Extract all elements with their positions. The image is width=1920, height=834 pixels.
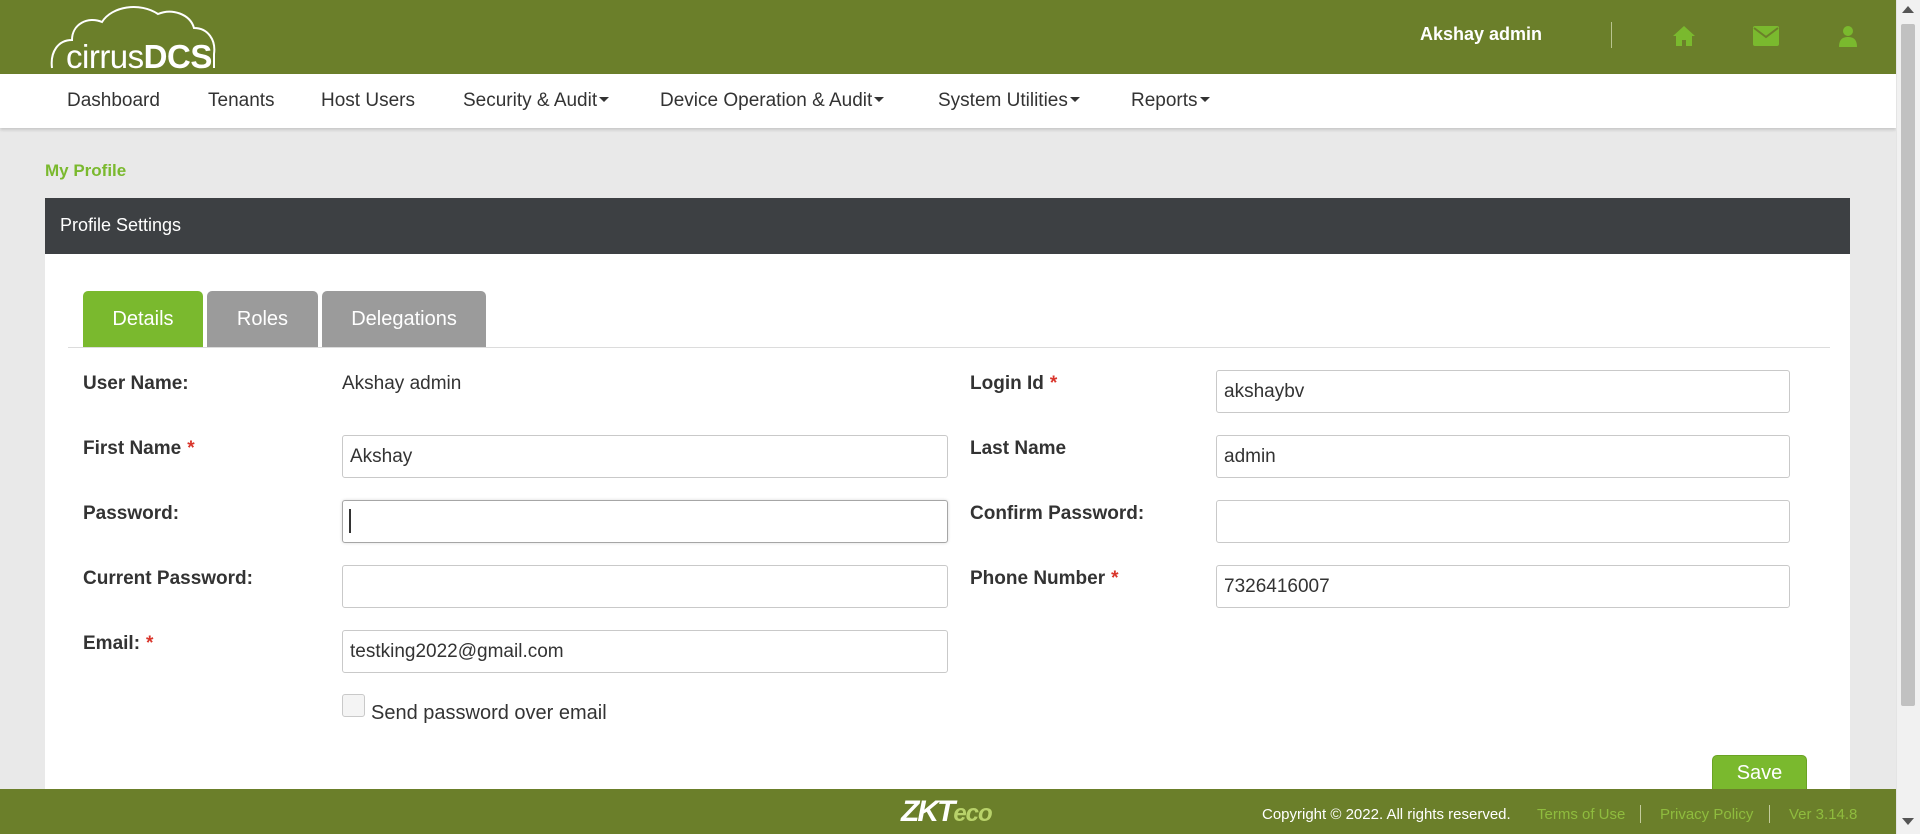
user-name-label: User Name:	[83, 373, 189, 395]
tab-details[interactable]: Details	[83, 291, 203, 348]
confirm-password-input[interactable]	[1216, 500, 1790, 543]
user-name-value: Akshay admin	[342, 373, 462, 394]
phone-number-label: Phone Number *	[970, 568, 1119, 590]
phone-number-input[interactable]	[1216, 565, 1790, 608]
scroll-up-arrow-icon[interactable]	[1902, 6, 1914, 13]
cirrus-dcs-logo[interactable]: cirrusDCS	[48, 4, 218, 75]
text-cursor	[349, 509, 351, 533]
caret-down-icon	[1069, 96, 1080, 102]
zkteco-logo: ZKTeco	[901, 795, 993, 829]
required-marker: *	[1049, 373, 1058, 394]
logo-text-light: cirrus	[66, 38, 144, 75]
required-marker: *	[1111, 568, 1119, 589]
scrollbar-thumb[interactable]	[1901, 24, 1915, 706]
confirm-password-label: Confirm Password:	[970, 503, 1144, 525]
label-text: User Name:	[83, 373, 189, 394]
nav-label: Reports	[1131, 90, 1198, 111]
login-id-label: Login Id *	[970, 373, 1057, 395]
caret-down-icon	[874, 96, 885, 102]
nav-item-reports[interactable]: Reports	[1131, 90, 1210, 112]
nav-item-tenants[interactable]: Tenants	[208, 90, 275, 112]
mail-icon[interactable]	[1751, 22, 1781, 50]
label-text: Phone Number	[970, 568, 1106, 589]
label-text: First Name	[83, 438, 182, 459]
nav-label: Security & Audit	[463, 90, 598, 111]
label-text: Last Name	[970, 438, 1067, 459]
version-label: Ver 3.14.8	[1789, 806, 1858, 823]
label-text: Confirm Password:	[970, 503, 1145, 524]
nav-item-dashboard[interactable]: Dashboard	[67, 90, 160, 112]
password-input[interactable]	[342, 500, 948, 543]
tab-delegations[interactable]: Delegations	[322, 291, 486, 348]
logo-eco: eco	[953, 800, 992, 827]
copyright-text: Copyright © 2022. All rights reserved.	[1262, 806, 1511, 823]
footer-divider	[1769, 805, 1770, 823]
footer: ZKTeco Copyright © 2022. All rights rese…	[0, 789, 1896, 834]
nav-item-system-utilities[interactable]: System Utilities	[938, 90, 1080, 112]
first-name-input[interactable]	[342, 435, 948, 478]
required-marker: *	[146, 633, 154, 654]
nav-item-host-users[interactable]: Host Users	[321, 90, 415, 112]
header-divider	[1611, 22, 1612, 48]
logo-text-bold: DCS	[143, 38, 213, 75]
nav-label: System Utilities	[938, 90, 1068, 111]
last-name-input[interactable]	[1216, 435, 1790, 478]
nav-item-device-operation-audit[interactable]: Device Operation & Audit	[660, 90, 885, 112]
footer-divider	[1640, 805, 1641, 823]
save-button[interactable]: Save	[1712, 755, 1807, 792]
tab-label: Delegations	[351, 308, 457, 330]
label-text: Email:	[83, 633, 141, 654]
breadcrumb: My Profile	[45, 161, 127, 180]
email-label: Email: *	[83, 633, 153, 655]
nav-item-security-audit[interactable]: Security & Audit	[463, 90, 610, 112]
home-icon[interactable]	[1669, 22, 1699, 50]
caret-down-icon	[1199, 96, 1210, 102]
send-password-label[interactable]: Send password over email	[371, 702, 607, 725]
nav-label: Device Operation & Audit	[660, 90, 873, 111]
tabs-divider	[68, 347, 1830, 348]
label-text: Login Id	[970, 373, 1044, 394]
terms-of-use-link[interactable]: Terms of Use	[1537, 806, 1625, 823]
current-user-name[interactable]: Akshay admin	[1420, 24, 1542, 45]
current-password-label: Current Password:	[83, 568, 253, 590]
last-name-label: Last Name	[970, 438, 1066, 460]
nav-label: Dashboard	[67, 90, 160, 111]
current-password-input[interactable]	[342, 565, 948, 608]
tab-label: Details	[112, 308, 174, 330]
label-text: Current Password:	[83, 568, 253, 589]
caret-down-icon	[599, 96, 610, 102]
privacy-policy-link[interactable]: Privacy Policy	[1660, 806, 1753, 823]
logo-zk: ZKT	[901, 795, 955, 828]
nav-label: Host Users	[321, 90, 415, 111]
email-input[interactable]	[342, 630, 948, 673]
scroll-down-arrow-icon[interactable]	[1902, 818, 1914, 825]
main-nav: Dashboard Tenants Host Users Security & …	[0, 74, 1896, 128]
password-label: Password:	[83, 503, 179, 525]
user-icon[interactable]	[1833, 22, 1863, 50]
tab-label: Roles	[236, 308, 289, 330]
label-text: Password:	[83, 503, 180, 524]
send-password-checkbox[interactable]	[342, 694, 365, 717]
required-marker: *	[187, 438, 195, 459]
panel-title: Profile Settings	[45, 198, 1850, 254]
login-id-input[interactable]	[1216, 370, 1790, 413]
nav-label: Tenants	[208, 90, 275, 111]
logo-wordmark: cirrusDCS	[66, 38, 212, 76]
tab-roles[interactable]: Roles	[207, 291, 318, 348]
first-name-label: First Name *	[83, 438, 195, 460]
top-header: cirrusDCS Akshay admin	[0, 0, 1896, 75]
